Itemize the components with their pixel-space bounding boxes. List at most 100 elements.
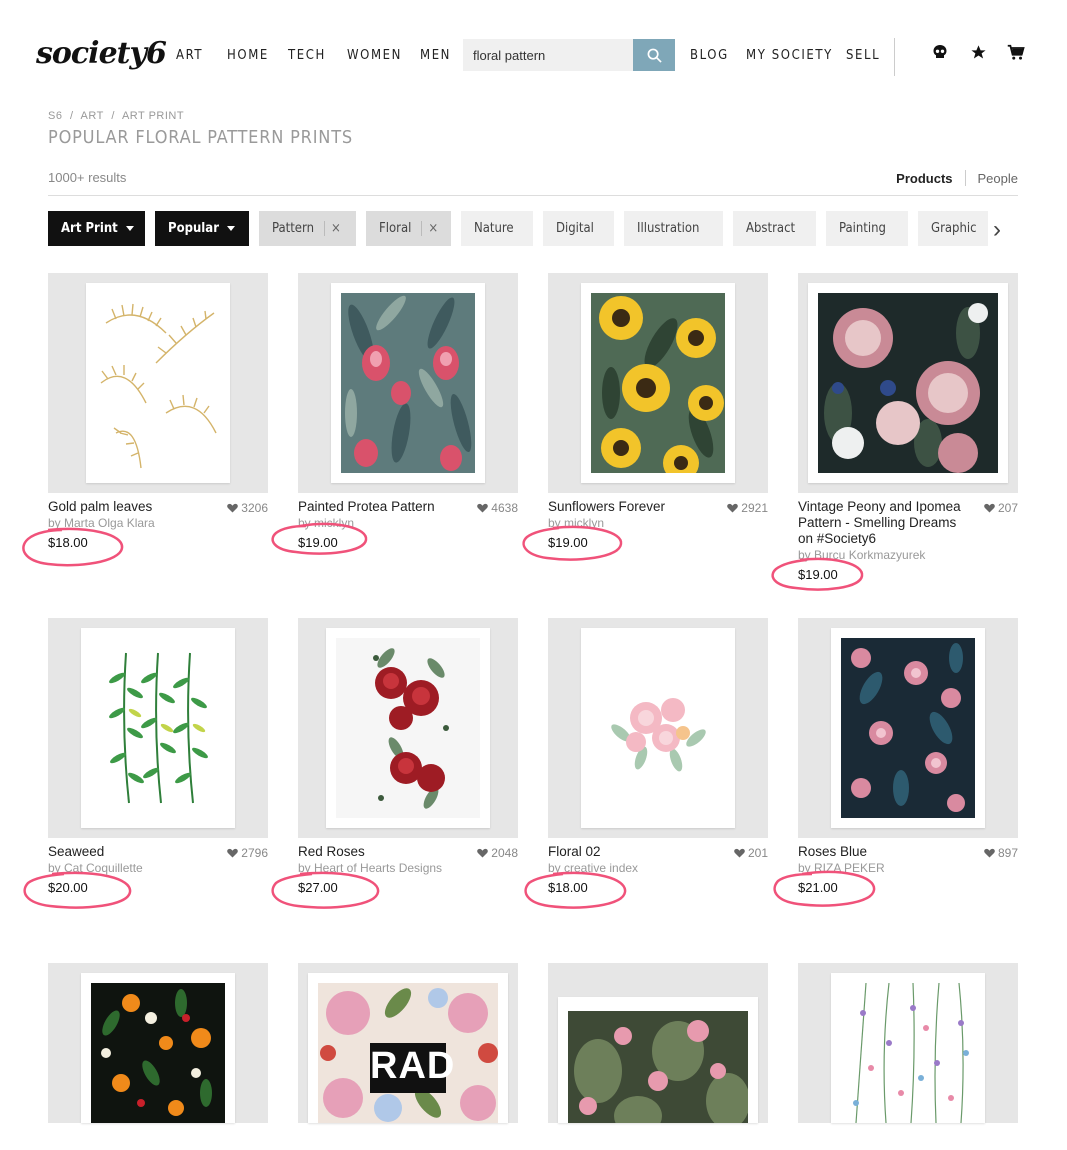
likes-number: 4638 bbox=[491, 501, 518, 515]
filter-nature[interactable]: Nature bbox=[461, 211, 533, 246]
product-price: $27.00 bbox=[298, 880, 338, 895]
product-title[interactable]: Gold palm leaves bbox=[48, 499, 223, 515]
print-frame bbox=[581, 283, 735, 483]
view-toggle: Products People bbox=[896, 170, 1018, 186]
filter-graphic[interactable]: Graphic bbox=[918, 211, 988, 246]
product-artist[interactable]: by Heart of Hearts Designs bbox=[298, 861, 442, 875]
account-button[interactable] bbox=[930, 42, 950, 62]
product-thumbnail[interactable] bbox=[48, 618, 268, 838]
product-artist[interactable]: by Cat Coquillette bbox=[48, 861, 143, 875]
chevron-right-icon[interactable]: › bbox=[993, 216, 1001, 244]
likes-count[interactable]: 3206 bbox=[227, 501, 268, 515]
product-thumbnail[interactable] bbox=[548, 273, 768, 493]
product-title[interactable]: Floral 02 bbox=[548, 844, 723, 860]
product-artist[interactable]: by RIZA PEKER bbox=[798, 861, 885, 875]
product-artist[interactable]: by Marta Olga Klara bbox=[48, 516, 155, 530]
artwork-roses-blue bbox=[841, 638, 975, 818]
breadcrumb-art-print[interactable]: ART PRINT bbox=[122, 110, 184, 122]
likes-count[interactable]: 897 bbox=[984, 846, 1018, 860]
likes-number: 897 bbox=[997, 846, 1018, 860]
product-title[interactable]: Vintage Peony and Ipomea Pattern - Smell… bbox=[798, 499, 973, 547]
product-title[interactable]: Seaweed bbox=[48, 844, 223, 860]
artwork-seaweed bbox=[91, 638, 225, 818]
likes-count[interactable]: 207 bbox=[984, 501, 1018, 515]
artwork-vintage-peony bbox=[818, 293, 998, 473]
nav-women[interactable]: WOMEN bbox=[347, 48, 402, 63]
heart-icon bbox=[477, 848, 489, 858]
likes-count[interactable]: 2921 bbox=[727, 501, 768, 515]
likes-count[interactable]: 2048 bbox=[477, 846, 518, 860]
product-thumbnail[interactable] bbox=[798, 273, 1018, 493]
filter-floral[interactable]: Floral × bbox=[366, 211, 451, 246]
header-divider bbox=[894, 38, 895, 76]
heart-icon bbox=[984, 848, 995, 858]
favorites-button[interactable] bbox=[968, 42, 988, 62]
nav-tech[interactable]: TECH bbox=[288, 48, 326, 63]
search-button[interactable] bbox=[633, 39, 675, 71]
filter-abstract[interactable]: Abstract bbox=[733, 211, 816, 246]
breadcrumb-art[interactable]: ART bbox=[81, 110, 104, 122]
results-count: 1000+ results bbox=[48, 170, 127, 185]
product-price: $21.00 bbox=[798, 880, 838, 895]
filter-painting[interactable]: Painting bbox=[826, 211, 908, 246]
filter-pattern[interactable]: Pattern × bbox=[259, 211, 356, 246]
tab-people[interactable]: People bbox=[978, 171, 1018, 186]
product-price: $18.00 bbox=[48, 535, 88, 550]
product-price: $19.00 bbox=[548, 535, 588, 550]
print-frame bbox=[81, 628, 235, 828]
product-title[interactable]: Painted Protea Pattern bbox=[298, 499, 473, 515]
breadcrumb-separator: / bbox=[111, 110, 115, 122]
heart-icon bbox=[477, 503, 489, 513]
product-thumbnail[interactable] bbox=[548, 963, 768, 1123]
breadcrumb-separator: / bbox=[70, 110, 74, 122]
skull-icon bbox=[933, 45, 947, 58]
product-thumbnail[interactable] bbox=[298, 618, 518, 838]
filter-label: Pattern bbox=[272, 221, 314, 236]
cart-button[interactable] bbox=[1006, 42, 1026, 62]
divider bbox=[48, 195, 1018, 196]
filter-digital[interactable]: Digital bbox=[543, 211, 614, 246]
likes-count[interactable]: 2796 bbox=[227, 846, 268, 860]
society6-logo[interactable]: society6 bbox=[36, 36, 167, 71]
remove-filter-icon[interactable]: × bbox=[324, 221, 341, 236]
product-title[interactable]: Red Roses bbox=[298, 844, 473, 860]
product-artist[interactable]: by micklyn bbox=[548, 516, 604, 530]
nav-sell[interactable]: SELL bbox=[846, 48, 880, 63]
tab-products[interactable]: Products bbox=[896, 171, 952, 186]
product-artist[interactable]: by micklyn bbox=[298, 516, 354, 530]
search-input[interactable] bbox=[463, 39, 635, 71]
remove-filter-icon[interactable]: × bbox=[421, 221, 438, 236]
artwork-sunflowers bbox=[591, 293, 725, 473]
filter-popular-dropdown[interactable]: Popular bbox=[155, 211, 249, 246]
product-title[interactable]: Sunflowers Forever bbox=[548, 499, 723, 515]
artwork-wildflowers bbox=[841, 983, 975, 1123]
filter-label: Art Print bbox=[61, 221, 118, 236]
filter-illustration[interactable]: Illustration bbox=[624, 211, 723, 246]
caret-down-icon bbox=[226, 226, 235, 231]
nav-art[interactable]: ART bbox=[176, 48, 203, 63]
product-artist[interactable]: by Burcu Korkmazyurek bbox=[798, 548, 925, 562]
likes-count[interactable]: 201 bbox=[734, 846, 768, 860]
product-thumbnail[interactable] bbox=[48, 963, 268, 1123]
product-thumbnail[interactable] bbox=[548, 618, 768, 838]
artwork-citrus-floral bbox=[91, 983, 225, 1123]
product-artist[interactable]: by creative index bbox=[548, 861, 638, 875]
nav-home[interactable]: HOME bbox=[227, 48, 269, 63]
product-thumbnail[interactable] bbox=[48, 273, 268, 493]
nav-blog[interactable]: BLOG bbox=[690, 48, 729, 63]
product-thumbnail[interactable] bbox=[798, 618, 1018, 838]
nav-my-society[interactable]: MY SOCIETY bbox=[746, 48, 833, 63]
print-frame bbox=[831, 628, 985, 828]
breadcrumb-s6[interactable]: S6 bbox=[48, 110, 62, 122]
filter-label: Popular bbox=[168, 221, 219, 236]
product-thumbnail[interactable]: RAD bbox=[298, 963, 518, 1123]
filter-art-print-dropdown[interactable]: Art Print bbox=[48, 211, 145, 246]
product-thumbnail[interactable] bbox=[298, 273, 518, 493]
product-price: $20.00 bbox=[48, 880, 88, 895]
likes-count[interactable]: 4638 bbox=[477, 501, 518, 515]
page-title: POPULAR FLORAL PATTERN PRINTS bbox=[48, 127, 353, 148]
product-title[interactable]: Roses Blue bbox=[798, 844, 973, 860]
breadcrumb: S6 / ART / ART PRINT bbox=[48, 110, 188, 122]
product-thumbnail[interactable] bbox=[798, 963, 1018, 1123]
nav-men[interactable]: MEN bbox=[420, 48, 451, 63]
